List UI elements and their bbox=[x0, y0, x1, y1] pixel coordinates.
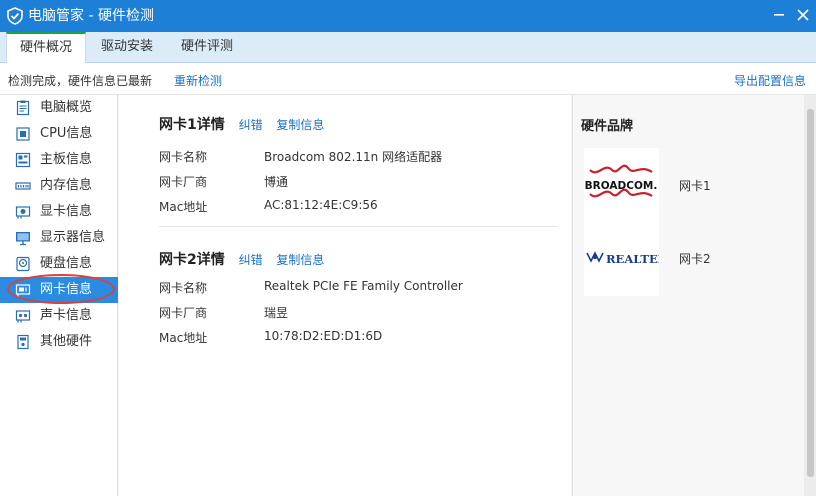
close-icon[interactable] bbox=[794, 6, 812, 24]
nic-card-2: 网卡2详情 纠错 复制信息 网卡名称 Realtek PCIe FE Famil… bbox=[119, 249, 571, 359]
nic-card-title: 网卡1详情 bbox=[159, 117, 225, 133]
overview-icon bbox=[16, 100, 30, 116]
nic-card-header: 网卡2详情 纠错 复制信息 bbox=[159, 249, 324, 269]
sidebar-item-label: 内存信息 bbox=[40, 178, 93, 193]
sidebar-item-overview[interactable]: 电脑概览 bbox=[0, 95, 118, 121]
field-key: 网卡厂商 bbox=[159, 175, 208, 189]
tab-driver-install[interactable]: 驱动安装 bbox=[88, 32, 166, 63]
shield-logo-icon bbox=[7, 7, 23, 25]
motherboard-icon bbox=[15, 152, 31, 168]
sidebar-item-label: CPU信息 bbox=[40, 126, 93, 141]
sidebar-item-network-card[interactable]: 网卡信息 bbox=[0, 277, 118, 303]
memory-icon bbox=[15, 182, 31, 190]
hard-disk-icon bbox=[16, 256, 30, 272]
status-message: 检测完成，硬件信息已最新 bbox=[8, 74, 153, 88]
sidebar-item-label: 显卡信息 bbox=[40, 204, 93, 219]
sidebar-item-label: 显示器信息 bbox=[40, 230, 106, 245]
field-value: 瑞昱 bbox=[264, 306, 289, 320]
sound-card-icon bbox=[15, 310, 31, 323]
sidebar-item-label: 电脑概览 bbox=[40, 100, 93, 115]
cpu-icon bbox=[16, 127, 30, 141]
sidebar: 电脑概览 CPU信息 主板信息 内存信息 显卡信息 显示器信息 硬盘信息 网卡信… bbox=[0, 95, 118, 496]
field-value: 10:78:D2:ED:D1:6D bbox=[264, 329, 383, 343]
field-value: Realtek PCIe FE Family Controller bbox=[264, 279, 463, 293]
sidebar-item-graphics-card[interactable]: 显卡信息 bbox=[0, 199, 118, 225]
correct-link[interactable]: 纠错 bbox=[239, 253, 263, 267]
field-value: AC:81:12:4E:C9:56 bbox=[264, 198, 378, 212]
sidebar-item-label: 网卡信息 bbox=[40, 282, 93, 297]
brand-name-nic2: 网卡2 bbox=[679, 252, 711, 266]
sidebar-item-label: 硬盘信息 bbox=[40, 256, 93, 271]
nic-card-title: 网卡2详情 bbox=[159, 252, 225, 268]
brand-logo-broadcom: BROADCOM. bbox=[584, 148, 659, 222]
brand-logo-realtek: REALTEK bbox=[584, 222, 669, 296]
sidebar-item-other-hardware[interactable]: 其他硬件 bbox=[0, 329, 118, 355]
field-key: 网卡名称 bbox=[159, 281, 208, 295]
tab-bar: 硬件概况 驱动安装 硬件评测 bbox=[0, 32, 816, 64]
brand-heading: 硬件品牌 bbox=[581, 119, 634, 134]
sidebar-item-label: 主板信息 bbox=[40, 152, 93, 167]
realtek-logo-icon: REALTEK bbox=[586, 251, 669, 266]
recheck-link[interactable]: 重新检测 bbox=[174, 72, 222, 89]
field-key: Mac地址 bbox=[159, 331, 208, 345]
export-config-link[interactable]: 导出配置信息 bbox=[734, 72, 806, 89]
field-value: Broadcom 802.11n 网络适配器 bbox=[264, 150, 443, 164]
field-value: 博通 bbox=[264, 175, 289, 189]
brand-panel: 硬件品牌 BROADCOM. 网卡1 REALTEK 网卡2 bbox=[572, 95, 804, 496]
title-bar: 电脑管家 - 硬件检测 bbox=[0, 0, 816, 32]
network-card-icon bbox=[15, 284, 31, 297]
section-divider bbox=[159, 226, 557, 227]
sidebar-item-motherboard[interactable]: 主板信息 bbox=[0, 147, 118, 173]
sidebar-item-label: 其他硬件 bbox=[40, 334, 93, 349]
tab-hardware-overview[interactable]: 硬件概况 bbox=[6, 32, 86, 64]
nic-card-header: 网卡1详情 纠错 复制信息 bbox=[159, 114, 324, 134]
sidebar-item-memory[interactable]: 内存信息 bbox=[0, 173, 118, 199]
correct-link[interactable]: 纠错 bbox=[239, 118, 263, 132]
status-bar: 检测完成，硬件信息已最新 重新检测 导出配置信息 bbox=[0, 63, 816, 95]
minimize-icon[interactable] bbox=[770, 6, 788, 24]
window-title: 电脑管家 - 硬件检测 bbox=[28, 8, 154, 24]
graphics-card-icon bbox=[15, 206, 31, 219]
sidebar-item-hard-disk[interactable]: 硬盘信息 bbox=[0, 251, 118, 277]
vertical-scrollbar[interactable] bbox=[804, 95, 816, 496]
field-key: Mac地址 bbox=[159, 200, 208, 214]
nic-details-panel: 网卡1详情 纠错 复制信息 网卡名称 Broadcom 802.11n 网络适配… bbox=[119, 95, 571, 496]
realtek-logo-text: REALTEK bbox=[606, 252, 659, 266]
field-key: 网卡名称 bbox=[159, 150, 208, 164]
monitor-icon bbox=[16, 232, 30, 246]
copy-info-link[interactable]: 复制信息 bbox=[276, 118, 324, 132]
broadcom-logo-icon: BROADCOM. bbox=[585, 164, 657, 198]
other-hardware-icon bbox=[17, 334, 29, 350]
tab-hardware-benchmark[interactable]: 硬件评测 bbox=[168, 32, 246, 63]
copy-info-link[interactable]: 复制信息 bbox=[276, 253, 324, 267]
field-key: 网卡厂商 bbox=[159, 306, 208, 320]
brand-name-nic1: 网卡1 bbox=[679, 179, 711, 193]
sidebar-item-label: 声卡信息 bbox=[40, 308, 93, 323]
nic-card-1: 网卡1详情 纠错 复制信息 网卡名称 Broadcom 802.11n 网络适配… bbox=[119, 114, 571, 224]
sidebar-item-sound-card[interactable]: 声卡信息 bbox=[0, 303, 118, 329]
scrollbar-thumb[interactable] bbox=[807, 109, 814, 477]
sidebar-item-cpu[interactable]: CPU信息 bbox=[0, 121, 118, 147]
sidebar-item-monitor[interactable]: 显示器信息 bbox=[0, 225, 118, 251]
